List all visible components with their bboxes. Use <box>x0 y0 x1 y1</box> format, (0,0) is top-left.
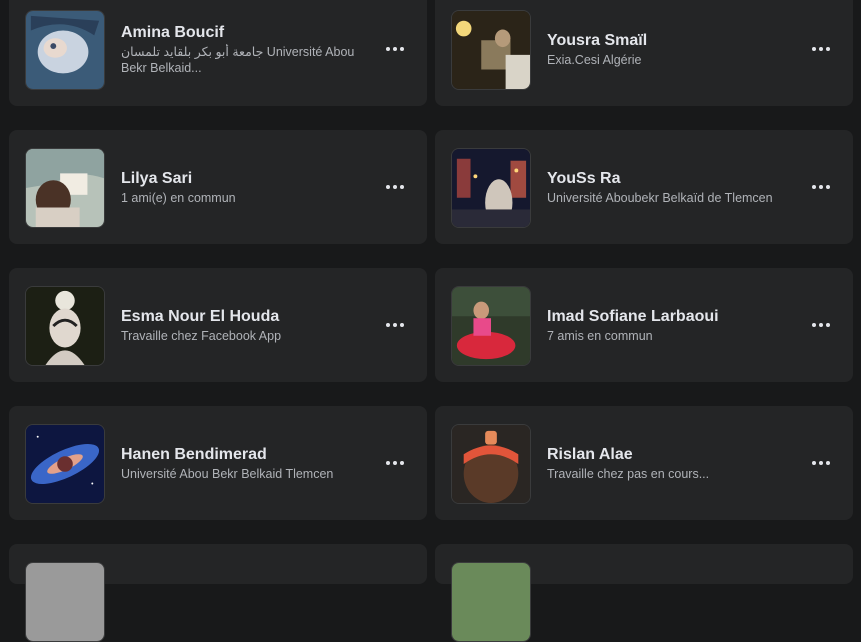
more-options-button[interactable] <box>379 309 411 341</box>
friend-card[interactable]: Esma Nour El Houda Travaille chez Facebo… <box>9 268 427 382</box>
friend-card[interactable]: Imad Sofiane Larbaoui 7 amis en commun <box>435 268 853 382</box>
more-horizontal-icon <box>812 185 816 189</box>
more-options-button[interactable] <box>805 309 837 341</box>
friend-info: Lilya Sari 1 ami(e) en commun <box>121 130 367 244</box>
avatar[interactable] <box>451 424 531 504</box>
avatar[interactable] <box>25 286 105 366</box>
friend-info: Amina Boucif جامعة أبو بكر بلقايد تلمسان… <box>121 0 367 106</box>
friend-subtitle: 7 amis en commun <box>547 328 653 343</box>
more-horizontal-icon <box>812 461 816 465</box>
friend-name[interactable]: Yousra Smaïl <box>547 31 793 51</box>
friend-card[interactable]: Hanen Bendimerad Université Abou Bekr Be… <box>9 406 427 520</box>
friend-subtitle: Université Aboubekr Belkaïd de Tlemcen <box>547 190 773 205</box>
more-options-button[interactable] <box>379 447 411 479</box>
more-horizontal-icon <box>400 47 404 51</box>
friend-info: YouSs Ra Université Aboubekr Belkaïd de … <box>547 130 793 244</box>
more-horizontal-icon <box>386 185 390 189</box>
more-horizontal-icon <box>819 47 823 51</box>
more-horizontal-icon <box>386 323 390 327</box>
avatar[interactable] <box>451 562 531 642</box>
friend-name[interactable]: Lilya Sari <box>121 169 367 189</box>
friend-subtitle: Travaille chez pas en cours... <box>547 466 710 481</box>
friend-card[interactable]: YouSs Ra Université Aboubekr Belkaïd de … <box>435 130 853 244</box>
avatar[interactable] <box>25 424 105 504</box>
friends-grid: Amina Boucif جامعة أبو بكر بلقايد تلمسان… <box>9 0 853 642</box>
more-horizontal-icon <box>400 185 404 189</box>
more-horizontal-icon <box>400 461 404 465</box>
friend-card[interactable]: Amina Boucif جامعة أبو بكر بلقايد تلمسان… <box>9 0 427 106</box>
more-horizontal-icon <box>826 47 830 51</box>
friend-subtitle: جامعة أبو بكر بلقايد تلمسان Université A… <box>121 44 355 75</box>
more-horizontal-icon <box>386 47 390 51</box>
more-horizontal-icon <box>819 461 823 465</box>
friend-name[interactable]: Amina Boucif <box>121 23 367 43</box>
friend-info: Rislan Alae Travaille chez pas en cours.… <box>547 406 793 520</box>
friend-card[interactable]: Yousra Smaïl Exia.Cesi Algérie <box>435 0 853 106</box>
avatar[interactable] <box>25 562 105 642</box>
more-options-button[interactable] <box>379 33 411 65</box>
more-options-button[interactable] <box>805 171 837 203</box>
avatar[interactable] <box>451 286 531 366</box>
more-horizontal-icon <box>386 461 390 465</box>
friend-info: Hanen Bendimerad Université Abou Bekr Be… <box>121 406 367 520</box>
more-horizontal-icon <box>812 47 816 51</box>
friend-name[interactable]: Rislan Alae <box>547 445 793 465</box>
more-options-button[interactable] <box>805 447 837 479</box>
more-horizontal-icon <box>393 323 397 327</box>
friend-subtitle: Université Abou Bekr Belkaid Tlemcen <box>121 466 334 481</box>
more-horizontal-icon <box>393 461 397 465</box>
more-horizontal-icon <box>826 185 830 189</box>
more-horizontal-icon <box>400 323 404 327</box>
more-horizontal-icon <box>812 323 816 327</box>
friend-card[interactable]: Lilya Sari 1 ami(e) en commun <box>9 130 427 244</box>
friend-name[interactable]: Hanen Bendimerad <box>121 445 367 465</box>
avatar[interactable] <box>451 148 531 228</box>
friend-info: Imad Sofiane Larbaoui 7 amis en commun <box>547 268 793 382</box>
more-options-button[interactable] <box>805 33 837 65</box>
avatar[interactable] <box>25 148 105 228</box>
avatar[interactable] <box>25 10 105 90</box>
friend-name[interactable]: Esma Nour El Houda <box>121 307 367 327</box>
more-options-button[interactable] <box>379 171 411 203</box>
more-horizontal-icon <box>826 323 830 327</box>
more-horizontal-icon <box>819 323 823 327</box>
more-horizontal-icon <box>393 47 397 51</box>
more-horizontal-icon <box>393 185 397 189</box>
more-horizontal-icon <box>826 461 830 465</box>
friend-name[interactable]: YouSs Ra <box>547 169 793 189</box>
friend-card[interactable] <box>9 544 427 642</box>
more-horizontal-icon <box>819 185 823 189</box>
avatar[interactable] <box>451 10 531 90</box>
friend-subtitle: 1 ami(e) en commun <box>121 190 236 205</box>
friend-info: Esma Nour El Houda Travaille chez Facebo… <box>121 268 367 382</box>
friend-name[interactable]: Imad Sofiane Larbaoui <box>547 307 793 327</box>
friend-info: Yousra Smaïl Exia.Cesi Algérie <box>547 0 793 106</box>
friend-card[interactable]: Rislan Alae Travaille chez pas en cours.… <box>435 406 853 520</box>
friend-card[interactable] <box>435 544 853 642</box>
friend-subtitle: Travaille chez Facebook App <box>121 328 282 343</box>
friend-subtitle: Exia.Cesi Algérie <box>547 52 642 67</box>
